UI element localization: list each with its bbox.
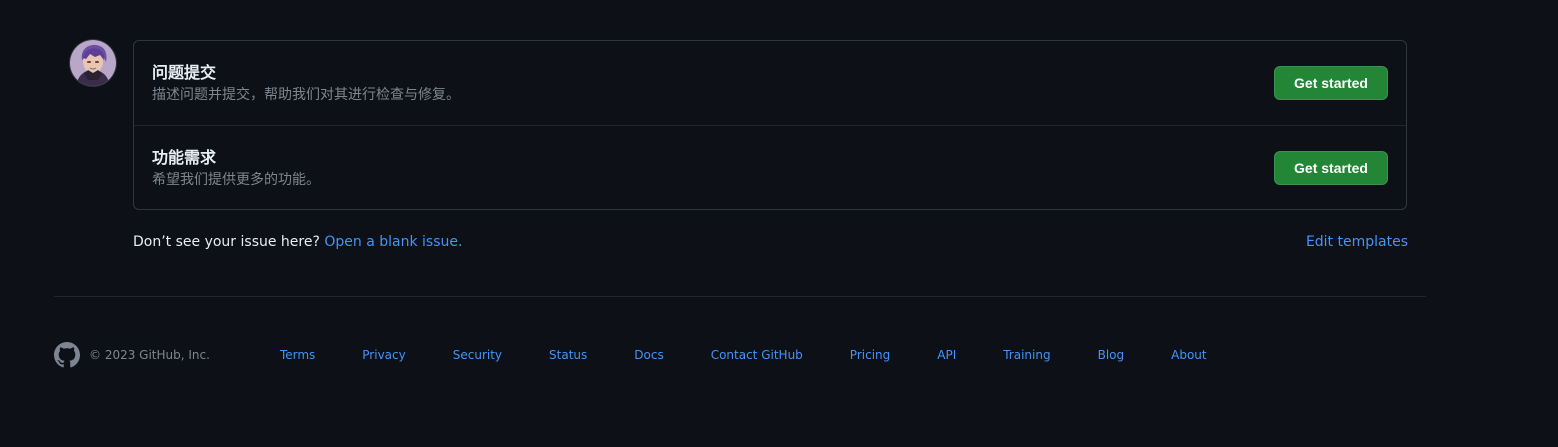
avatar[interactable] xyxy=(70,40,116,86)
blank-issue-line: Don’t see your issue here? Open a blank … xyxy=(133,232,462,252)
template-row-bug: 问题提交 描述问题并提交，帮助我们对其进行检查与修复。 Get started xyxy=(134,41,1406,125)
footer-link-training[interactable]: Training xyxy=(1003,348,1050,362)
footer-link-contact-github[interactable]: Contact GitHub xyxy=(711,348,803,362)
footer-link-about[interactable]: About xyxy=(1171,348,1206,362)
issue-template-list: 问题提交 描述问题并提交，帮助我们对其进行检查与修复。 Get started … xyxy=(133,40,1407,210)
footer-link-docs[interactable]: Docs xyxy=(634,348,663,362)
footer-link-terms[interactable]: Terms xyxy=(280,348,315,362)
get-started-button-feature[interactable]: Get started xyxy=(1274,151,1388,185)
edit-templates-link[interactable]: Edit templates xyxy=(1306,232,1408,252)
footer-link-blog[interactable]: Blog xyxy=(1098,348,1125,362)
template-row-feature: 功能需求 希望我们提供更多的功能。 Get started xyxy=(134,125,1406,210)
footer-divider xyxy=(54,296,1426,297)
get-started-button-bug[interactable]: Get started xyxy=(1274,66,1388,100)
footer: © 2023 GitHub, Inc. Terms Privacy Securi… xyxy=(54,342,1254,368)
footer-link-security[interactable]: Security xyxy=(453,348,502,362)
footer-link-pricing[interactable]: Pricing xyxy=(850,348,890,362)
template-description: 希望我们提供更多的功能。 xyxy=(152,172,320,188)
template-description: 描述问题并提交，帮助我们对其进行检查与修复。 xyxy=(152,87,460,103)
copyright-text: © 2023 GitHub, Inc. xyxy=(89,348,210,362)
footer-link-privacy[interactable]: Privacy xyxy=(362,348,405,362)
blank-issue-prompt: Don’t see your issue here? xyxy=(133,234,320,250)
template-title: 功能需求 xyxy=(152,148,217,167)
footer-link-api[interactable]: API xyxy=(937,348,956,362)
avatar-image xyxy=(70,40,116,86)
page: 问题提交 描述问题并提交，帮助我们对其进行检查与修复。 Get started … xyxy=(0,0,1558,447)
footer-links: Terms Privacy Security Status Docs Conta… xyxy=(280,348,1254,362)
template-title: 问题提交 xyxy=(152,63,217,82)
github-mark-icon[interactable] xyxy=(54,342,80,368)
footer-link-status[interactable]: Status xyxy=(549,348,587,362)
open-blank-issue-link[interactable]: Open a blank issue. xyxy=(324,234,462,250)
